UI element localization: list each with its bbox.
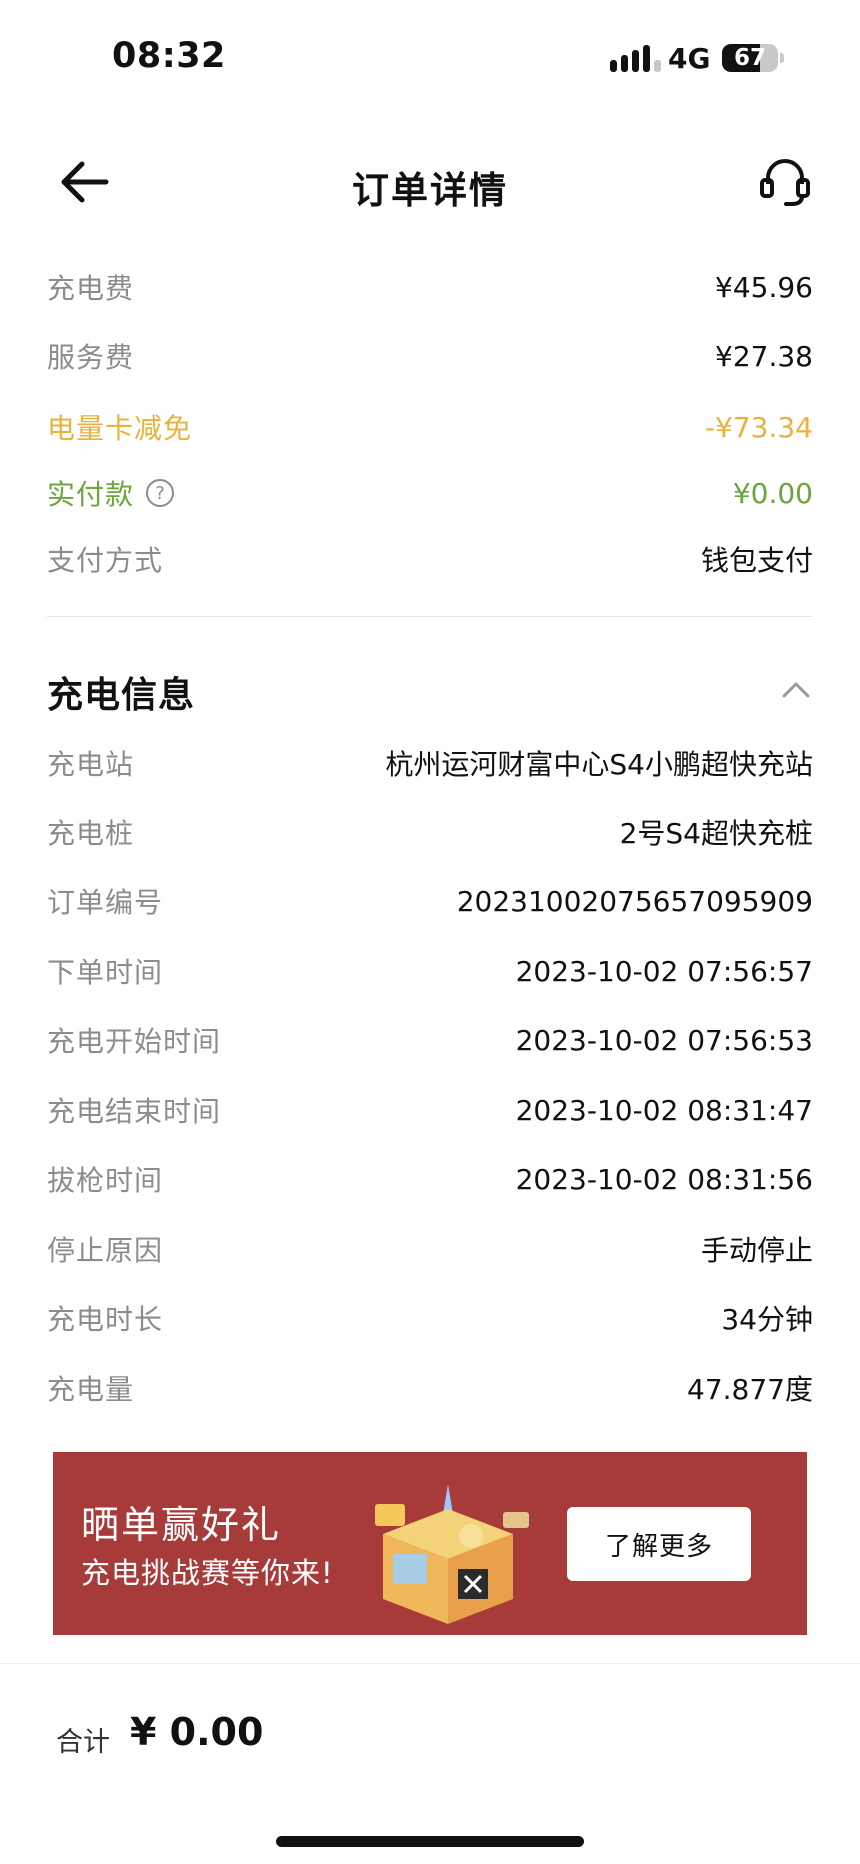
payment-method-label: 支付方式	[47, 544, 164, 577]
discount-label: 电量卡减免	[47, 412, 193, 445]
question-circle-icon[interactable]: ?	[146, 479, 175, 507]
info-row-duration: 充电时长 34分钟	[47, 1293, 813, 1343]
battery-level: 67	[733, 45, 766, 71]
info-label: 充电开始时间	[47, 1025, 222, 1058]
info-row-station: 充电站 杭州运河财富中心S4小鹏超快充站	[47, 738, 813, 788]
banner-subtitle: 充电挑战赛等你来!	[81, 1556, 334, 1590]
info-row-end-time: 充电结束时间 2023-10-02 08:31:47	[47, 1085, 813, 1135]
info-value: 20231002075657095909	[456, 884, 813, 918]
nav-bar: 订单详情	[0, 140, 860, 224]
info-row-pile: 充电桩 2号S4超快充桩	[47, 807, 813, 857]
discount-value: -¥73.34	[704, 410, 813, 444]
info-label: 充电时长	[47, 1303, 164, 1336]
charge-fee-value: ¥45.96	[715, 270, 813, 304]
headset-icon[interactable]	[758, 154, 812, 210]
info-label: 订单编号	[47, 886, 164, 919]
info-label: 下单时间	[47, 956, 164, 989]
info-label: 拔枪时间	[47, 1164, 164, 1197]
status-bar: 08:32 4G 67	[0, 0, 860, 110]
info-value: 2023-10-02 07:56:57	[515, 954, 813, 988]
home-indicator	[276, 1836, 584, 1847]
info-label: 充电结束时间	[47, 1095, 222, 1128]
fee-row-paid: 实付款 ? ¥0.00	[47, 468, 813, 518]
info-value: 34分钟	[721, 1303, 813, 1336]
total-label: 合计	[56, 1727, 110, 1758]
banner-title: 晒单赢好礼	[81, 1503, 282, 1547]
info-value: 2023-10-02 08:31:56	[515, 1162, 813, 1196]
promo-banner[interactable]: 晒单赢好礼 充电挑战赛等你来! 了解更多	[53, 1452, 807, 1635]
section-divider	[47, 616, 813, 617]
footer-divider	[0, 1663, 860, 1664]
battery-tip	[780, 53, 784, 63]
info-value: 2023-10-02 07:56:53	[515, 1023, 813, 1057]
info-value: 2023-10-02 08:31:47	[515, 1093, 813, 1127]
info-row-order-time: 下单时间 2023-10-02 07:56:57	[47, 946, 813, 996]
status-time: 08:32	[112, 36, 226, 76]
total-value: ¥ 0.00	[130, 1710, 264, 1754]
info-value: 杭州运河财富中心S4小鹏超快充站	[385, 748, 813, 781]
learn-more-button[interactable]: 了解更多	[567, 1507, 751, 1581]
fee-row-discount: 电量卡减免 -¥73.34	[47, 402, 813, 452]
service-fee-value: ¥27.38	[715, 339, 813, 373]
info-row-order-number: 订单编号 20231002075657095909	[47, 876, 813, 926]
paid-label: 实付款	[47, 478, 135, 511]
page-title: 订单详情	[352, 169, 508, 212]
signal-icon	[610, 44, 661, 72]
info-row-energy: 充电量 47.877度	[47, 1363, 813, 1413]
charge-fee-label: 充电费	[47, 272, 135, 305]
info-label: 停止原因	[47, 1234, 164, 1267]
gift-cubes-illustration	[375, 1484, 529, 1624]
fee-row-service: 服务费 ¥27.38	[47, 331, 813, 381]
info-value: 手动停止	[700, 1234, 813, 1267]
paid-label-group: 实付款 ?	[47, 473, 175, 513]
battery-icon: 67	[722, 44, 778, 72]
service-fee-label: 服务费	[47, 341, 135, 374]
info-row-unplug-time: 拔枪时间 2023-10-02 08:31:56	[47, 1154, 813, 1204]
network-type: 4G	[668, 42, 711, 75]
info-row-stop-reason: 停止原因 手动停止	[47, 1224, 813, 1274]
paid-value: ¥0.00	[732, 476, 813, 510]
info-label: 充电量	[47, 1373, 135, 1406]
info-value: 47.877度	[687, 1373, 813, 1406]
info-label: 充电桩	[47, 817, 135, 850]
chevron-up-icon[interactable]	[780, 678, 812, 700]
info-value: 2号S4超快充桩	[619, 817, 813, 850]
payment-method-value: 钱包支付	[700, 544, 813, 577]
info-row-start-time: 充电开始时间 2023-10-02 07:56:53	[47, 1015, 813, 1065]
fee-row-charge: 充电费 ¥45.96	[47, 262, 813, 312]
info-label: 充电站	[47, 748, 135, 781]
charging-info-title: 充电信息	[47, 675, 196, 716]
fee-row-payment-method: 支付方式 钱包支付	[47, 534, 813, 584]
